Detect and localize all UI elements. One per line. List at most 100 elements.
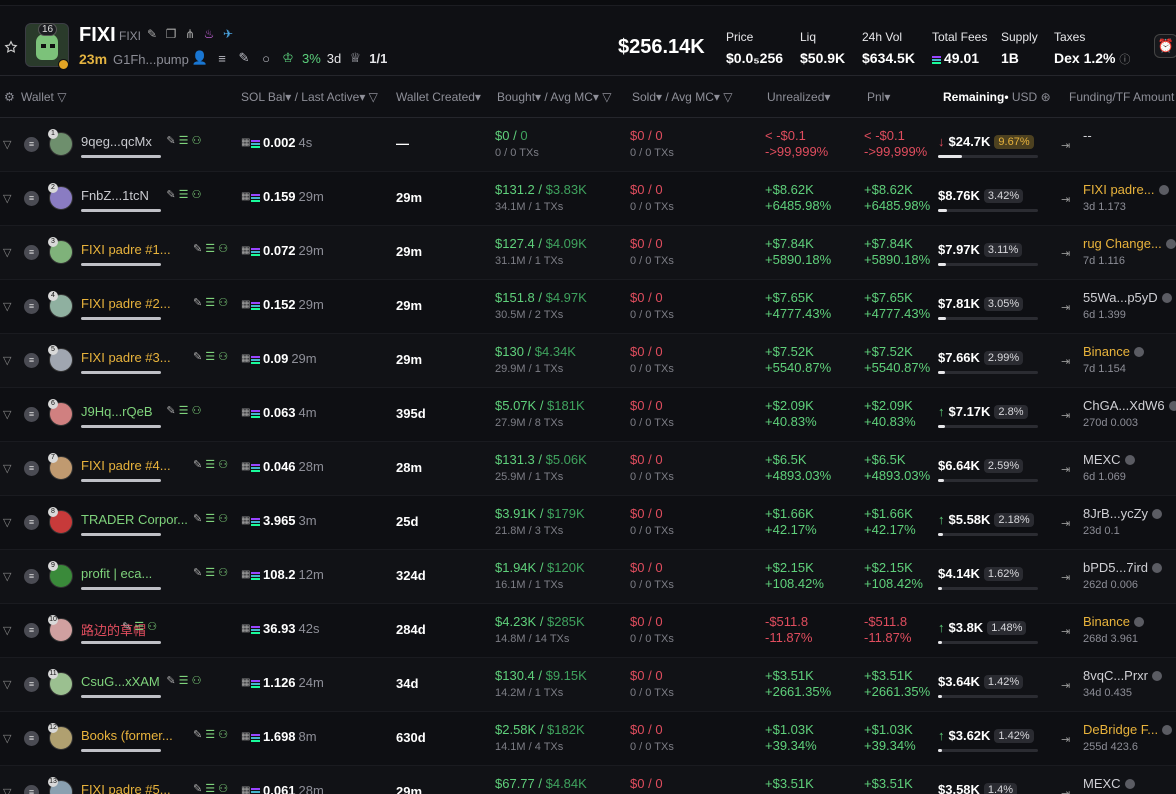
wallet-avatar[interactable]: 2 <box>48 183 73 210</box>
edit-icon[interactable]: ✎ <box>193 459 202 471</box>
funding-source[interactable]: FIXI padre... <box>1083 182 1169 197</box>
filter-icon[interactable]: ▽ <box>3 139 15 151</box>
table-row[interactable]: ▽ ≡ 3 FIXI padre #1... ✎ ☰ ⚇ ▦ 0.072 29m 29m $127… <box>0 226 1176 280</box>
table-row[interactable]: ▽ ≡ 13 FIXI padre #5... ✎ ☰ ⚇ ▦ 0.061 28m 29m $67… <box>0 766 1176 794</box>
filter-icon[interactable]: ▽ <box>3 355 15 367</box>
funding-source[interactable]: MEXC <box>1083 776 1135 791</box>
edit-icon[interactable]: ✎ <box>166 675 175 687</box>
wallet-name[interactable]: FIXI padre #5... <box>81 782 171 794</box>
menu-icon[interactable]: ≡ <box>24 515 39 530</box>
col-sol-bal[interactable]: SOL Bal▾ / Last Active▾ ▽ <box>241 90 378 104</box>
funding-source[interactable]: Binance <box>1083 344 1144 359</box>
menu-icon[interactable]: ≡ <box>24 353 39 368</box>
edit-icon[interactable]: ✎ <box>193 351 202 363</box>
wallet-avatar[interactable]: 13 <box>48 777 73 794</box>
fire-icon[interactable]: ♨ <box>202 27 216 41</box>
table-row[interactable]: ▽ ≡ 9 profit | eca... ✎ ☰ ⚇ ▦ 108.2 12m 324d $1.9… <box>0 550 1176 604</box>
table-row[interactable]: ▽ ≡ 2 FnbZ...1tcN ✎ ☰ ⚇ ▦ 0.159 29m 29m $131.2 / … <box>0 172 1176 226</box>
user-icon[interactable]: 👤 <box>192 50 208 66</box>
funding-icon[interactable]: ⇥ <box>1061 788 1073 794</box>
edit-icon[interactable]: ✎ <box>166 135 175 147</box>
wallet-avatar[interactable]: 3 <box>48 237 73 264</box>
filter-icon[interactable]: ▽ <box>3 409 15 421</box>
funding-icon[interactable]: ⇥ <box>1061 410 1073 422</box>
list-icon[interactable]: ≡ <box>214 50 230 66</box>
edit-icon[interactable]: ✎ <box>193 243 202 255</box>
edit-icon[interactable]: ✎ <box>193 513 202 525</box>
funding-source[interactable]: 8vqC...Prxr <box>1083 668 1163 683</box>
menu-icon[interactable]: ≡ <box>24 623 39 638</box>
funding-icon[interactable]: ⇥ <box>1061 302 1073 314</box>
col-funding[interactable]: Funding/TF Amount <box>1069 90 1174 104</box>
funding-icon[interactable]: ⇥ <box>1061 680 1073 692</box>
table-row[interactable]: ▽ ≡ 1 9qeg...qcMx ✎ ☰ ⚇ ▦ 0.002 4s — $0 / 00 / 0 … <box>0 118 1176 172</box>
filter-icon[interactable]: ▽ <box>3 193 15 205</box>
telegram-icon[interactable]: ✈ <box>221 27 235 41</box>
funding-icon[interactable]: ⇥ <box>1061 518 1073 530</box>
table-row[interactable]: ▽ ≡ 4 FIXI padre #2... ✎ ☰ ⚇ ▦ 0.152 29m 29m $151… <box>0 280 1176 334</box>
col-sold[interactable]: Sold▾ / Avg MC▾ ▽ <box>632 90 732 104</box>
currency-toggle-icon[interactable]: ⊛ <box>1041 90 1051 104</box>
col-wallet-created[interactable]: Wallet Created▾ <box>396 90 481 104</box>
wallet-name[interactable]: FIXI padre #3... <box>81 350 171 365</box>
table-row[interactable]: ▽ ≡ 12 Books (former... ✎ ☰ ⚇ ▦ 1.698 8m 630d $2.… <box>0 712 1176 766</box>
funding-icon[interactable]: ⇥ <box>1061 356 1073 368</box>
wallet-name[interactable]: FIXI padre #4... <box>81 458 171 473</box>
funding-icon[interactable]: ⇥ <box>1061 464 1073 476</box>
wallet-name[interactable]: TRADER Corpor... <box>81 512 188 527</box>
wallet-name[interactable]: FIXI padre #2... <box>81 296 171 311</box>
edit-icon[interactable]: ✎ <box>193 297 202 309</box>
wallet-avatar[interactable]: 12 <box>48 723 73 750</box>
menu-icon[interactable]: ≡ <box>24 191 39 206</box>
edit-icon[interactable]: ✎ <box>122 621 131 633</box>
settings-icon[interactable]: ⚙ <box>4 90 15 104</box>
wallet-avatar[interactable]: 11 <box>48 669 73 696</box>
funding-source[interactable]: MEXC <box>1083 452 1135 467</box>
funding-source[interactable]: -- <box>1083 128 1092 143</box>
menu-icon[interactable]: ≡ <box>24 785 39 794</box>
filter-icon[interactable]: ▽ <box>3 301 15 313</box>
filter-icon[interactable]: ▽ <box>3 679 15 691</box>
edit-icon[interactable]: ✎ <box>166 405 175 417</box>
table-row[interactable]: ▽ ≡ 10 路边的草帽 ✎ ☰ ⚇ ▦ 36.93 42s 284d $4.23K / $285… <box>0 604 1176 658</box>
wallet-name[interactable]: FnbZ...1tcN <box>81 188 149 203</box>
table-row[interactable]: ▽ ≡ 8 TRADER Corpor... ✎ ☰ ⚇ ▦ 3.965 3m 25d $3.91… <box>0 496 1176 550</box>
funding-source[interactable]: rug Change... <box>1083 236 1176 251</box>
share-icon[interactable]: ⋔ <box>183 27 197 41</box>
table-row[interactable]: ▽ ≡ 11 CsuG...xXAM ✎ ☰ ⚇ ▦ 1.126 24m 34d $130.4 /… <box>0 658 1176 712</box>
wallet-avatar[interactable]: 6 <box>48 399 73 426</box>
funding-icon[interactable]: ⇥ <box>1061 734 1073 746</box>
filter-icon[interactable]: ▽ <box>3 247 15 259</box>
filter-icon[interactable]: ▽ <box>3 571 15 583</box>
wallet-name[interactable]: 9qeg...qcMx <box>81 134 152 149</box>
star-icon[interactable] <box>4 40 18 54</box>
wallet-name[interactable]: CsuG...xXAM <box>81 674 160 689</box>
col-bought[interactable]: Bought▾ / Avg MC▾ ▽ <box>497 90 611 104</box>
wallet-avatar[interactable]: 8 <box>48 507 73 534</box>
filter-icon[interactable]: ▽ <box>3 625 15 637</box>
wallet-avatar[interactable]: 1 <box>48 129 73 156</box>
col-unrealized[interactable]: Unrealized▾ <box>767 90 830 104</box>
wallet-avatar[interactable]: 7 <box>48 453 73 480</box>
help-icon[interactable]: ⓘ <box>1119 54 1130 66</box>
edit-icon[interactable]: ✎ <box>193 729 202 741</box>
menu-icon[interactable]: ≡ <box>24 677 39 692</box>
search-icon[interactable]: ○ <box>258 50 274 66</box>
token-address[interactable]: G1Fh...pump <box>113 52 189 67</box>
wallet-avatar[interactable]: 4 <box>48 291 73 318</box>
wallet-avatar[interactable]: 5 <box>48 345 73 372</box>
col-wallet[interactable]: Wallet ▽ <box>21 90 66 104</box>
menu-icon[interactable]: ≡ <box>24 731 39 746</box>
funding-icon[interactable]: ⇥ <box>1061 194 1073 206</box>
copy-icon[interactable]: ❐ <box>164 27 178 41</box>
filter-icon[interactable]: ▽ <box>3 463 15 475</box>
alarm-icon[interactable]: ⏰ <box>1154 34 1176 58</box>
funding-icon[interactable]: ⇥ <box>1061 626 1073 638</box>
funding-icon[interactable]: ⇥ <box>1061 140 1073 152</box>
table-row[interactable]: ▽ ≡ 6 J9Hq...rQeB ✎ ☰ ⚇ ▦ 0.063 4m 395d $5.07K / … <box>0 388 1176 442</box>
edit-icon[interactable]: ✎ <box>145 27 159 41</box>
wallet-name[interactable]: Books (former... <box>81 728 173 743</box>
edit-icon[interactable]: ✎ <box>166 189 175 201</box>
funding-source[interactable]: Binance <box>1083 614 1144 629</box>
filter-icon[interactable]: ▽ <box>3 787 15 794</box>
